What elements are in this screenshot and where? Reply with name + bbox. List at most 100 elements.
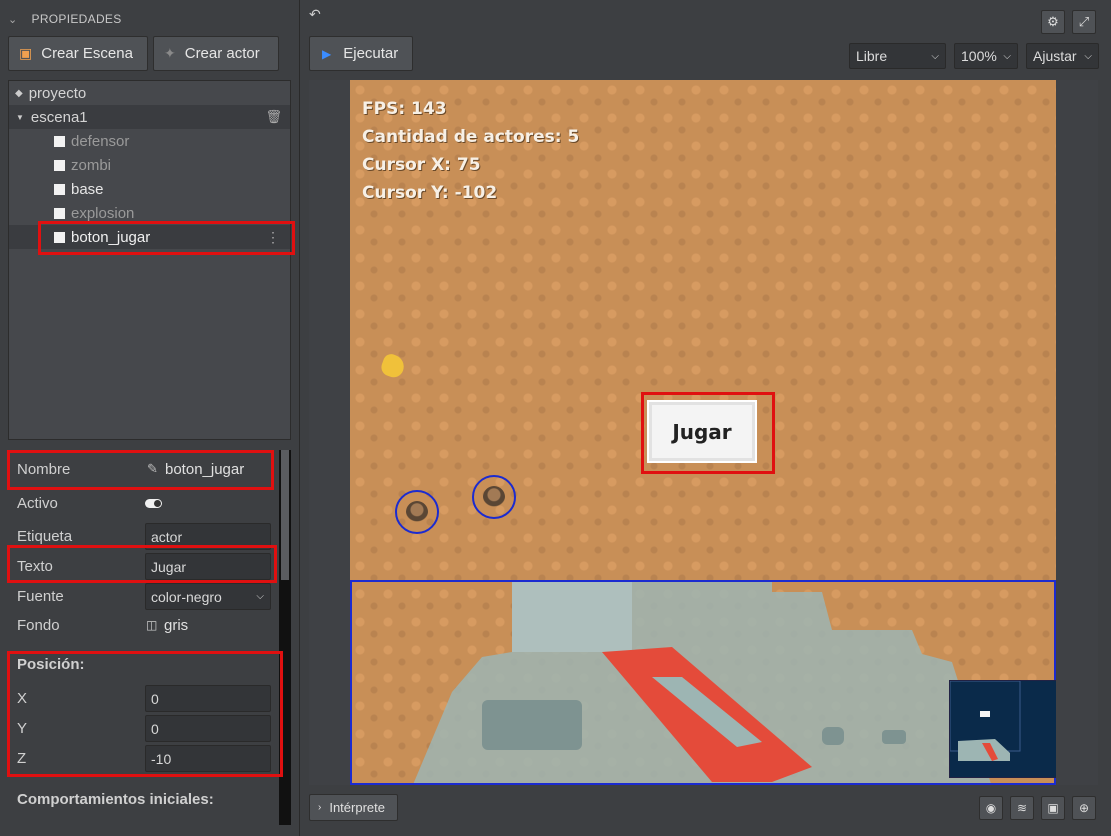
tree-item-scene[interactable]: ▼ escena1 🗑 [9,105,290,129]
zombie-sprite [406,501,428,523]
pencil-icon[interactable]: ✎ [147,461,158,477]
minimap-view [949,680,1021,761]
mode-value: Libre [856,48,888,64]
image-button[interactable]: ▣ [1041,796,1065,820]
tree-item-defensor[interactable]: defensor [9,129,290,153]
canvas-panel: ↶ ⚙ ⤢ ▶ Ejecutar Libre ⌵ 100% ⌵ Ajustar … [301,0,1111,836]
y-label: Y [17,719,28,737]
property-fuente: Fuente color-negro ⌵ [8,582,278,610]
panel-header[interactable]: ⌄ PROPIEDADES [8,10,122,28]
tree-item-explosion[interactable]: explosion [9,201,290,225]
x-input[interactable]: 0 [145,685,271,712]
settings-button[interactable]: ⚙ [1041,10,1065,34]
fondo-value[interactable]: gris [164,617,188,634]
crosshair-icon: ⊕ [1078,801,1090,815]
etiqueta-label: Etiqueta [17,527,73,545]
comportamientos-heading-text: Comportamientos iniciales: [17,790,214,808]
fit-select[interactable]: Ajustar ⌵ [1026,43,1099,69]
z-label: Z [17,749,27,767]
actor-icon: ✦ [164,45,176,61]
create-scene-button[interactable]: ▣ Crear Escena [8,36,148,71]
defensor-actor[interactable] [472,475,516,519]
x-label: X [17,689,28,707]
game-canvas[interactable]: FPS: 143 Cantidad de actores: 5 Cursor X… [350,80,1056,785]
activo-toggle[interactable] [145,498,162,508]
chart-button[interactable]: ≋ [1010,796,1034,820]
mode-select[interactable]: Libre ⌵ [849,43,946,69]
undo-icon[interactable]: ↶ [309,6,321,23]
property-fondo: Fondo ◫ gris [8,611,278,639]
defender-sprite [483,486,505,508]
caret-down-icon[interactable]: ▼ [16,113,24,122]
run-label: Ejecutar [343,45,399,62]
activo-label: Activo [17,494,58,512]
tree-item-base[interactable]: base [9,177,290,201]
fuente-select[interactable]: color-negro ⌵ [145,583,271,610]
property-texto: Texto Jugar [8,552,278,580]
actor-box-icon [54,159,65,171]
zombi-actor[interactable] [395,490,439,534]
fuente-value: color-negro [151,588,222,605]
globe-icon: ◉ [985,801,997,815]
actor-box-icon [54,207,65,219]
create-scene-label: Crear Escena [41,45,133,62]
fullscreen-button[interactable]: ⤢ [1072,10,1096,34]
texto-input[interactable]: Jugar [145,553,271,580]
y-input[interactable]: 0 [145,715,271,742]
texto-label: Texto [17,557,53,575]
scene-icon: ▣ [19,45,33,61]
property-etiqueta: Etiqueta actor [8,522,278,550]
project-label: proyecto [28,84,87,102]
actors-count-text: Cantidad de actores: 5 [362,127,580,147]
property-nombre: Nombre ✎ boton_jugar [8,455,278,483]
properties-panel: Nombre ✎ boton_jugar Activo Etiqueta act… [8,450,291,825]
diamond-icon: ◆ [15,87,23,99]
posicion-heading-text: Posición: [17,655,85,673]
interpreter-label: Intérprete [329,800,385,815]
properties-scrollbar[interactable] [279,450,291,825]
scrollbar-thumb[interactable] [281,450,289,580]
fondo-label: Fondo [17,616,60,634]
comportamientos-heading: Comportamientos iniciales: [8,785,278,813]
fit-value: Ajustar [1033,48,1077,64]
jugar-button-actor[interactable]: Jugar [649,402,755,461]
create-actor-button[interactable]: ✦ Crear actor [153,36,279,71]
trash-icon[interactable]: 🗑 [265,109,282,125]
nombre-label: Nombre [17,460,71,478]
actor-box-icon [54,231,65,243]
actor-box-icon [54,183,65,195]
property-x: X 0 [8,684,278,712]
tree-item-zombi[interactable]: zombi [9,153,290,177]
tree-item-project[interactable]: ◆ proyecto [9,81,290,105]
z-input[interactable]: -10 [145,745,271,772]
chevron-down-icon[interactable]: ⌄ [8,13,18,26]
fuente-label: Fuente [17,587,64,605]
actor-label: defensor [71,132,130,150]
scene-label: escena1 [30,108,88,126]
scene-tree: ◆ proyecto ▼ escena1 🗑 defensor zombi ba… [8,80,291,440]
property-y: Y 0 [8,714,278,742]
chevron-down-icon: ⌵ [1084,50,1092,62]
run-button[interactable]: ▶ Ejecutar [309,36,413,71]
interpreter-button[interactable]: › Intérprete [309,794,398,821]
more-options-icon[interactable]: ⋮ [266,229,280,246]
image-icon: ◫ [146,618,158,632]
target-button[interactable]: ⊕ [1072,796,1096,820]
zoom-value: 100% [961,48,997,64]
property-activo: Activo [8,489,278,517]
minimap[interactable] [949,680,1056,778]
play-icon: ▶ [322,46,332,61]
fps-text: FPS: 143 [362,99,447,119]
cursor-y-text: Cursor Y: -102 [362,183,498,203]
image-icon: ▣ [1047,801,1059,815]
tree-item-boton-jugar[interactable]: boton_jugar ⋮ [9,225,290,249]
create-actor-label: Crear actor [184,45,260,62]
zoom-select[interactable]: 100% ⌵ [954,43,1018,69]
actor-label: explosion [71,204,135,222]
expand-icon: ⤢ [1078,14,1090,29]
etiqueta-input[interactable]: actor [145,523,271,550]
globe-button[interactable]: ◉ [979,796,1003,820]
explosion-sprite[interactable] [378,351,408,381]
property-z: Z -10 [8,744,278,772]
nombre-value[interactable]: boton_jugar [165,461,244,478]
